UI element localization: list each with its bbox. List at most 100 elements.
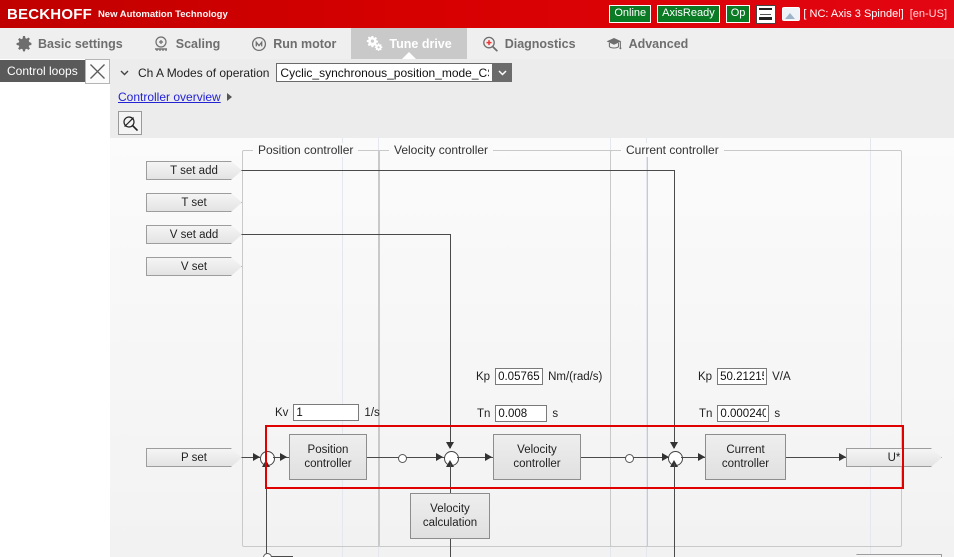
mode-of-operation-select[interactable] [276,63,513,82]
block-velocity-controller[interactable]: Velocity controller [493,434,581,480]
param-value-input[interactable] [293,404,360,421]
param-unit: 1/s [364,406,380,419]
block-line1: Velocity [517,444,557,456]
zoom-cancel-icon [122,115,138,131]
zoom-cancel-button[interactable] [118,111,142,135]
main-tab-strip: Basic settings Scaling Run motor Tune dr… [0,28,954,60]
tab-scaling[interactable]: Scaling [138,28,235,59]
status-area: Online AxisReady Op [ NC: Axis 3 Spindel… [609,4,954,24]
signal-tap-dot [625,454,634,463]
motor-ruler-icon [153,35,170,52]
nc-axis-text: [ NC: Axis 3 Spindel] [803,8,904,20]
param-kp-current: Kp V/A [698,368,791,385]
param-value-input[interactable] [717,405,770,422]
signal-label: U* [887,451,901,464]
arrow-icon [436,453,443,461]
signal-label: T set [181,196,207,209]
gear-icon [15,35,32,52]
content-area: Ch A Modes of operation Controller overv… [110,59,954,557]
arrow-icon [280,453,287,461]
panel-tab-control-loops[interactable]: Control loops [0,60,85,82]
tab-diagnostics[interactable]: Diagnostics [467,28,591,59]
block-velocity-calculation[interactable]: Velocity calculation [410,493,490,539]
block-line1: Current [726,444,765,456]
tab-label: Tune drive [389,36,452,51]
param-tn-velocity: Tn s [477,405,558,422]
mode-dropdown-button[interactable] [492,63,513,82]
group-current-controller: Current controller [610,143,902,547]
param-name: Kv [275,406,289,419]
tab-basic-settings[interactable]: Basic settings [0,28,138,59]
signal-t-set[interactable]: T set [146,193,242,212]
tab-label: Advanced [628,36,689,51]
wire-t-set-add [230,170,675,171]
param-unit: V/A [772,370,791,383]
control-loop-diagram: Position controller Velocity controller … [110,138,954,557]
breadcrumb-controller-overview[interactable]: Controller overview [118,90,221,104]
block-line1: Position [307,444,349,456]
block-line2: controller [304,458,352,470]
group-velocity-controller: Velocity controller [378,143,648,547]
param-value-input[interactable] [495,405,548,422]
chevron-right-icon [226,93,232,101]
signal-tap-dot [263,553,272,557]
param-value-input[interactable] [495,368,544,385]
signal-p-set[interactable]: P set [146,448,242,467]
gears-icon [366,35,383,52]
signal-t-set-add[interactable]: T set add [146,161,242,180]
group-title: Velocity controller [389,143,494,157]
beckhoff-logo: BECKHOFF [7,5,92,23]
block-current-controller[interactable]: Current controller [705,434,786,480]
signal-u-star[interactable]: U* [846,448,942,467]
group-title: Current controller [621,143,724,157]
group-title: Position controller [253,143,359,157]
block-position-controller[interactable]: Position controller [289,434,367,480]
signal-label: T set add [170,164,218,177]
param-name: Kp [698,370,713,383]
close-panel-button[interactable] [85,59,110,84]
param-value-input[interactable] [717,368,768,385]
wire-t-act-up [674,464,675,557]
signal-label: V set add [169,228,219,241]
diagram-toolbar [110,108,954,138]
graduation-cap-icon [606,35,623,52]
breadcrumb: Controller overview [110,86,954,108]
motor-icon [250,35,267,52]
wire-v-set-add [230,234,451,235]
brand-tagline: New Automation Technology [97,8,228,20]
tab-label: Scaling [175,36,221,51]
arrow-icon [253,453,260,461]
arrow-icon [698,453,705,461]
status-badge-op: Op [725,5,751,23]
block-line2: calculation [422,517,478,529]
wire-v-set-add-down [450,234,451,448]
param-unit: s [552,407,559,420]
param-unit: s [774,407,781,420]
status-badge-online: Online [609,5,652,23]
signal-tap-dot [398,454,407,463]
wire-u-out [786,457,846,458]
nc-axis-icon [782,7,801,21]
signal-v-set-add[interactable]: V set add [146,225,242,244]
nc-axis-label: [ NC: Axis 3 Spindel] [782,7,904,21]
left-panel: Control loops [0,59,111,557]
signal-v-set[interactable]: V set [146,257,242,276]
tab-run-motor[interactable]: Run motor [235,28,351,59]
close-icon [90,64,105,79]
tab-tune-drive[interactable]: Tune drive [351,28,467,59]
param-unit: Nm/(rad/s) [548,370,603,383]
active-tab-indicator [402,52,417,59]
param-name: Tn [699,407,713,420]
tab-advanced[interactable]: Advanced [591,28,704,59]
mode-of-operation-row: Ch A Modes of operation [110,59,954,86]
block-line1: Velocity [430,503,470,515]
arrow-icon [670,442,678,449]
chevron-down-icon[interactable] [118,66,131,79]
signal-label: V set [180,260,208,273]
document-icon[interactable] [756,4,777,24]
mode-of-operation-value [276,63,493,82]
param-tn-current: Tn s [699,405,780,422]
arrow-icon [446,442,454,449]
tab-label: Basic settings [38,36,123,51]
arrow-icon [485,453,492,461]
